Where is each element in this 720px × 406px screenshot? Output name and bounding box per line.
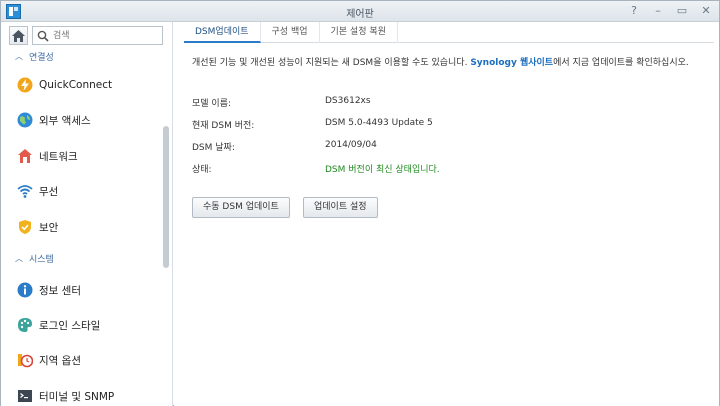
search-box[interactable] bbox=[32, 26, 163, 45]
terminal-icon bbox=[18, 390, 32, 402]
sidebar-item-label: 터미널 및 SNMP bbox=[39, 390, 115, 403]
search-input[interactable] bbox=[53, 28, 159, 43]
sidebar-item-network[interactable]: 네트워크 bbox=[1, 139, 163, 173]
sidebar-item-label: 지역 옵션 bbox=[39, 354, 81, 367]
chevron-up-icon: ︿ bbox=[15, 52, 23, 61]
main-panel: DSM업데이트 구성 백업 기본 설정 복원 개선된 기능 및 개선된 성능이 … bbox=[174, 22, 719, 406]
palette-icon bbox=[18, 318, 32, 332]
sidebar-item-terminal-snmp[interactable]: 터미널 및 SNMP bbox=[1, 379, 163, 406]
info-icon bbox=[17, 282, 33, 298]
quickconnect-icon bbox=[17, 77, 33, 93]
sidebar-item-label: 정보 센터 bbox=[39, 284, 81, 297]
version-label: 현재 DSM 버전: bbox=[192, 121, 255, 131]
window-title: 제어판 bbox=[346, 9, 374, 20]
shield-icon bbox=[19, 220, 31, 234]
manual-update-button[interactable]: 수동 DSM 업데이트 bbox=[192, 197, 290, 218]
sidebar-item-info-center[interactable]: 정보 센터 bbox=[1, 273, 163, 307]
tab-bar: DSM업데이트 구성 백업 기본 설정 복원 bbox=[184, 22, 714, 43]
help-button[interactable]: ? bbox=[627, 3, 641, 19]
control-panel-window: 제어판 ? – ▭ ✕ ︿ 연결성 QuickConnect 외부 액세스 bbox=[0, 0, 720, 406]
home-button[interactable] bbox=[9, 26, 28, 45]
sidebar-item-external-access[interactable]: 외부 액세스 bbox=[1, 103, 163, 137]
model-value: DS3612xs bbox=[325, 96, 371, 106]
search-icon bbox=[37, 30, 49, 42]
tab-config-backup[interactable]: 구성 백업 bbox=[261, 22, 320, 43]
section-system[interactable]: ︿ 시스템 bbox=[15, 252, 54, 265]
clock-icon bbox=[18, 354, 33, 368]
sidebar-item-wireless[interactable]: 무선 bbox=[1, 174, 163, 208]
update-settings-button[interactable]: 업데이트 설정 bbox=[303, 197, 378, 218]
chevron-up-icon: ︿ bbox=[15, 254, 23, 263]
sidebar-item-label: 무선 bbox=[39, 185, 59, 198]
wifi-icon bbox=[17, 185, 33, 198]
sidebar-item-label: QuickConnect bbox=[39, 79, 113, 91]
sidebar-item-security[interactable]: 보안 bbox=[1, 210, 163, 244]
status-value: DSM 버전이 최신 상태입니다. bbox=[325, 165, 440, 175]
section-connectivity[interactable]: ︿ 연결성 bbox=[15, 50, 54, 63]
tab-reset-defaults[interactable]: 기본 설정 복원 bbox=[320, 22, 398, 43]
version-value: DSM 5.0-4493 Update 5 bbox=[325, 118, 433, 128]
status-label: 상태: bbox=[192, 165, 212, 175]
update-description: 개선된 기능 및 개선된 성능이 지원되는 새 DSM을 이용할 수도 있습니다… bbox=[192, 58, 689, 68]
network-house-icon bbox=[18, 149, 32, 163]
tab-dsm-update[interactable]: DSM업데이트 bbox=[184, 22, 261, 43]
sidebar-item-quickconnect[interactable]: QuickConnect bbox=[1, 68, 163, 102]
maximize-button[interactable]: ▭ bbox=[675, 3, 689, 19]
date-label: DSM 날짜: bbox=[192, 143, 235, 153]
close-button[interactable]: ✕ bbox=[699, 3, 713, 19]
sidebar-scrollbar[interactable] bbox=[163, 126, 169, 268]
date-value: 2014/09/04 bbox=[325, 140, 377, 150]
minimize-button[interactable]: – bbox=[651, 3, 665, 19]
sidebar-item-regional-options[interactable]: 지역 옵션 bbox=[1, 343, 163, 377]
sidebar: ︿ 연결성 QuickConnect 외부 액세스 네트워크 무선 보안 ︿ 시… bbox=[1, 22, 173, 406]
title-bar[interactable]: 제어판 ? – ▭ ✕ bbox=[1, 1, 719, 22]
globe-icon bbox=[17, 112, 33, 128]
sidebar-item-label: 로그인 스타일 bbox=[39, 319, 101, 332]
sidebar-item-label: 보안 bbox=[39, 221, 59, 234]
sidebar-item-label: 네트워크 bbox=[39, 150, 78, 163]
sidebar-item-login-style[interactable]: 로그인 스타일 bbox=[1, 308, 163, 342]
synology-website-link[interactable]: Synology 웹사이트 bbox=[470, 58, 553, 68]
home-icon bbox=[12, 29, 25, 42]
sidebar-item-label: 외부 액세스 bbox=[39, 114, 91, 127]
model-label: 모델 이름: bbox=[192, 99, 232, 109]
